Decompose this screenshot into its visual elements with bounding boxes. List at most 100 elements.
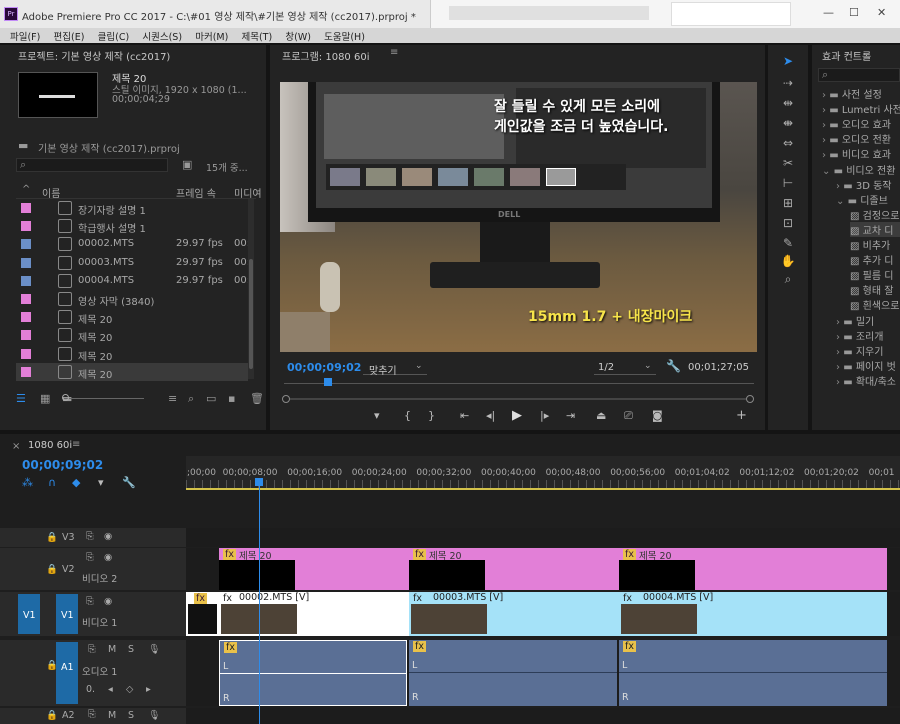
program-timecode[interactable]: 00;00;09;02 (287, 361, 361, 374)
lift-icon[interactable]: ⏏ (596, 409, 606, 422)
menu-file[interactable]: 파일(F) (10, 28, 40, 43)
mark-in-icon[interactable]: { (404, 409, 411, 422)
step-forward-icon[interactable]: |▸ (540, 409, 549, 422)
source-patch-v1[interactable]: V1 (18, 594, 40, 634)
chevron-right-icon[interactable]: › (836, 181, 840, 192)
chevron-right-icon[interactable]: › (822, 135, 826, 146)
chevron-down-icon[interactable]: ⌄ (822, 166, 830, 177)
mute-button[interactable]: M (108, 710, 116, 721)
title-clip[interactable]: fx 제목 20 (409, 548, 619, 590)
label-color-swatch[interactable] (21, 257, 31, 268)
add-keyframe-icon[interactable]: ◇ (126, 684, 133, 695)
project-search-input[interactable]: ⌕ (16, 158, 168, 172)
project-item[interactable]: 장기자랑 설명 1 (16, 199, 248, 217)
program-video-frame[interactable]: DELL 잘 들릴 수 있게 모든 소리에 게인값을 조금 더 높였습니다. 1… (280, 82, 757, 352)
collapse-icon[interactable]: ^ (22, 184, 30, 195)
sync-icon[interactable]: ⎘ (88, 709, 96, 720)
mark-out-icon[interactable]: } (428, 409, 435, 422)
project-item[interactable]: 제목 20 (16, 345, 248, 363)
divider[interactable] (808, 45, 812, 430)
minimize-icon[interactable]: — (823, 6, 834, 19)
eye-icon[interactable]: ◉ (104, 596, 112, 607)
effects-search-input[interactable]: ⌕ (818, 68, 900, 82)
close-icon[interactable]: ✕ (877, 6, 886, 19)
project-item[interactable]: 00002.MTS 29.97 fps 00: (16, 235, 250, 253)
sync-icon[interactable]: ⎘ (86, 552, 94, 563)
video-clip[interactable]: fx 00004.MTS [V] (619, 592, 887, 636)
project-item[interactable]: 00003.MTS 29.97 fps 00: (16, 254, 250, 272)
effects-tree-item[interactable]: › ▬ 밀기 (836, 313, 874, 328)
go-to-in-icon[interactable]: ⇤ (460, 409, 469, 422)
new-item-icon[interactable]: ▪ (228, 392, 235, 405)
effects-tree-item[interactable]: ▨ 형태 잘 (850, 282, 893, 297)
project-panel-title[interactable]: 프로젝트: 기본 영상 제작 (cc2017) (18, 48, 170, 63)
menu-sequence[interactable]: 시퀀스(S) (142, 28, 182, 43)
chevron-down-icon[interactable]: ⌄ (836, 196, 844, 207)
sync-icon[interactable]: ⎘ (86, 531, 94, 542)
divider[interactable] (765, 45, 768, 430)
zoom-slider-handle[interactable] (62, 394, 69, 401)
razor-tool-icon[interactable]: ✂ (778, 156, 798, 170)
sort-icon[interactable]: ≡ (168, 392, 177, 405)
effects-tree-item[interactable]: › ▬ 확대/축소 (836, 373, 896, 388)
chevron-right-icon[interactable]: › (836, 362, 840, 373)
slip-tool-icon[interactable]: ⊢ (778, 176, 798, 190)
effects-tree-item[interactable]: ▨ 필름 디 (850, 267, 893, 282)
effects-tree-item[interactable]: › ▬ 3D 동작 (836, 177, 891, 192)
sync-icon[interactable]: ⎘ (88, 644, 96, 655)
column-fps[interactable]: 프레임 속 (176, 185, 216, 200)
label-color-swatch[interactable] (21, 348, 31, 359)
track-lane-a2[interactable] (186, 708, 900, 724)
title-clip[interactable]: fx 제목 20 (619, 548, 887, 590)
new-search-bin-icon[interactable]: ▣ (182, 158, 192, 171)
close-tab-icon[interactable]: × (12, 441, 20, 452)
zoom-handle-right[interactable] (746, 395, 754, 403)
fit-dropdown[interactable]: 맞추기 ⌄ (363, 360, 427, 377)
microphone-icon[interactable]: 🎙 (148, 644, 160, 655)
panel-menu-icon[interactable]: ≡ (390, 47, 398, 58)
chevron-right-icon[interactable]: › (822, 150, 826, 161)
track-lane-v3[interactable] (186, 528, 900, 547)
track-target-a1[interactable]: A1 (56, 642, 78, 704)
icon-view-icon[interactable]: ▦ (40, 392, 50, 405)
work-area-bar[interactable] (186, 488, 900, 490)
effects-tree-item[interactable]: › ▬ Lumetri 사전 (822, 101, 900, 116)
effects-tree-item[interactable]: ▨ 흰색으로 (850, 297, 899, 312)
effects-tree-item[interactable]: ▨ 검정으로 (850, 207, 899, 222)
wrench-icon[interactable]: 🔧 (666, 359, 681, 373)
snap-icon[interactable]: ⁂ (22, 476, 33, 489)
label-color-swatch[interactable] (21, 366, 31, 377)
label-color-swatch[interactable] (21, 221, 31, 232)
column-name[interactable]: 이름 (42, 185, 60, 200)
zoom-tool-icon[interactable]: ⌕ (778, 272, 798, 287)
resolution-dropdown[interactable]: 1/2 ⌄ (594, 360, 656, 375)
lock-icon[interactable]: 🔒 (46, 532, 58, 543)
program-playhead[interactable] (324, 378, 332, 386)
audio-clip[interactable]: fx L R (619, 640, 887, 706)
microphone-icon[interactable]: 🎙 (148, 710, 160, 721)
video-clip-start[interactable]: fx (186, 592, 219, 636)
extract-icon[interactable]: ⎚ (624, 409, 633, 423)
label-color-swatch[interactable] (21, 203, 31, 213)
rolling-edit-tool-icon[interactable]: ⇼ (778, 116, 798, 130)
solo-button[interactable]: S (128, 644, 134, 655)
zoom-handle-left[interactable] (282, 395, 290, 403)
label-color-swatch[interactable] (21, 294, 31, 304)
chevron-right-icon[interactable]: › (836, 347, 840, 358)
effects-tree-item[interactable]: › ▬ 비디오 효과 (822, 146, 891, 161)
zoom-slider[interactable] (64, 398, 144, 399)
program-monitor-title[interactable]: 프로그램: 1080 60i (282, 48, 369, 63)
effects-tree-item[interactable]: › ▬ 사전 설정 (822, 86, 882, 101)
effects-panel-title[interactable]: 효과 컨트롤 (822, 48, 871, 63)
maximize-icon[interactable]: ☐ (849, 6, 859, 19)
button-editor-plus-icon[interactable]: + (736, 408, 747, 423)
menu-title[interactable]: 제목(T) (242, 28, 273, 43)
project-item[interactable]: 제목 20 (16, 326, 248, 344)
divider[interactable] (266, 45, 270, 430)
label-color-swatch[interactable] (21, 330, 31, 341)
menu-clip[interactable]: 클립(C) (98, 28, 130, 43)
step-back-icon[interactable]: ◂| (486, 409, 495, 422)
effects-tree-item[interactable]: › ▬ 지우기 (836, 343, 883, 358)
ripple-edit-tool-icon[interactable]: ⇹ (778, 96, 798, 110)
panel-menu-icon[interactable]: ≡ (72, 439, 80, 450)
